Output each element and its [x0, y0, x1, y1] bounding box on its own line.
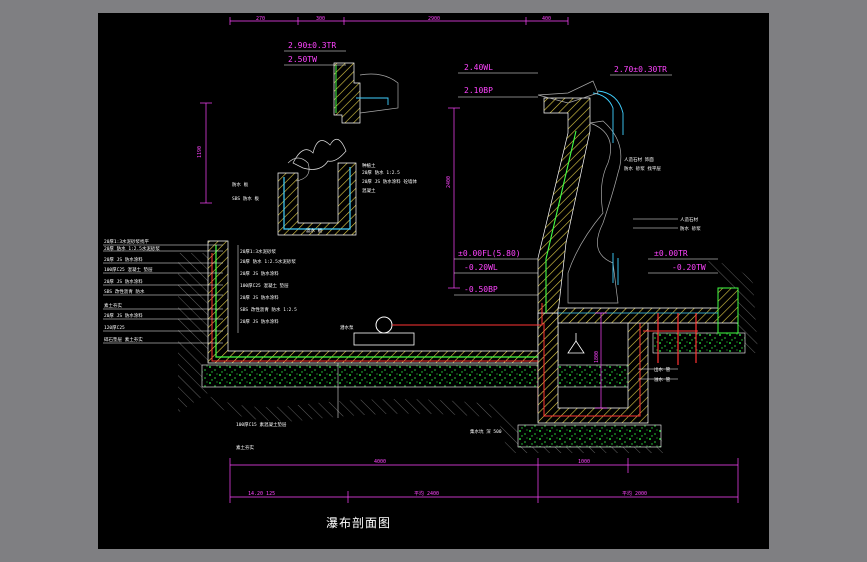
top-left-rock — [359, 73, 399, 114]
pump-label: 潜水泵 — [340, 324, 354, 331]
right-note-2: 防水 砂浆 找平层 — [624, 165, 661, 172]
bottom-layer-note-2: 素土夯实 — [236, 444, 254, 451]
layer-note: 100厚C25 混凝土 垫层 — [240, 282, 289, 289]
layer-note: 素土夯实 — [104, 302, 122, 309]
planter-note: 20厚 防水 1:2.5 — [362, 169, 400, 176]
bottom-dimension-lines — [229, 458, 739, 503]
bottom-layer-note-1: 100厚C15 素混凝土垫层 — [236, 421, 287, 428]
layer-note: 20厚1:3水泥砂浆找平 — [104, 238, 150, 245]
gravel-base-main — [201, 364, 643, 388]
elev-mid-wl: 2.40WL — [464, 63, 493, 72]
mid-layer-notes: 20厚1:3水泥砂浆 20厚 防水 1:2.5水泥砂浆 20厚 JS 防水涂料 … — [240, 248, 297, 325]
planter-notes: 种植土 20厚 防水 1:2.5 20厚 JS 防水涂料 砼墙体 混凝土 — [362, 162, 417, 194]
pit-note: 集水坑 深 500 — [470, 428, 502, 435]
pump-base — [353, 332, 415, 346]
planter-left-note-1: 防水 板 — [232, 181, 249, 188]
layer-note: SBS 改性沥青 防水 — [104, 288, 145, 295]
right-pipe-note: 出水 管 — [654, 366, 671, 373]
pump-pipe — [392, 303, 543, 326]
mid-vertical-dim: 2400 — [446, 176, 452, 188]
elev-right-tw: -0.20TW — [672, 263, 706, 272]
bottom-total-3: 平均 2000 — [622, 490, 647, 497]
planter-note: 20厚 JS 防水涂料 砼墙体 — [362, 178, 417, 185]
right-top-note-1: 人造石材 — [680, 216, 698, 223]
gravel-base-right — [652, 332, 746, 354]
layer-note: SBS 改性沥青 防水 1:2.5 — [240, 306, 297, 313]
layer-note: 碎石垫层 素土夯实 — [104, 336, 143, 343]
gravel-base-pit — [517, 424, 662, 448]
top-dim-2: 300 — [316, 16, 325, 22]
layer-note: 20厚 防水 1:2.5水泥砂浆 — [104, 245, 160, 252]
layer-note: 20厚 JS 防水涂料 — [104, 256, 143, 263]
soil-left — [178, 253, 208, 413]
pump-icon — [375, 316, 393, 334]
planter-bottom-note: 滤水 板 — [306, 227, 323, 234]
left-layer-notes: 20厚1:3水泥砂浆找平 20厚 防水 1:2.5水泥砂浆 20厚 JS 防水涂… — [104, 238, 160, 343]
planter-left-note-2: SBS 防水 板 — [232, 195, 260, 202]
layer-note: 20厚 JS 防水涂料 — [104, 312, 143, 319]
water-sheet — [592, 92, 614, 143]
elev-top-left-tr: 2.90±0.3TR — [288, 41, 336, 50]
layer-note: 20厚 JS 防水涂料 — [104, 278, 143, 285]
bottom-dim-2: 1000 — [578, 459, 590, 465]
top-left-water — [356, 97, 389, 105]
drawing-title: 瀑布剖面图 — [326, 516, 392, 530]
planter-note: 混凝土 — [362, 187, 376, 194]
elev-low-wl: -0.20WL — [464, 263, 498, 272]
layer-note: 20厚 JS 防水涂料 — [240, 318, 279, 325]
waterfall-section-drawing: 270 300 2900 400 4000 1000 14.20 125 平均 … — [103, 16, 758, 503]
elev-low-bp: -0.50BP — [464, 285, 498, 294]
top-dimension-lines — [229, 17, 569, 25]
elev-top-right-tr: 2.70±0.30TR — [614, 65, 667, 74]
layer-note: 20厚 防水 1:2.5水泥砂浆 — [240, 258, 296, 265]
elev-top-left-tw: 2.50TW — [288, 55, 317, 64]
bottom-total-1: 14.20 125 — [248, 491, 275, 497]
right-vertical-dim: 1800 — [594, 351, 600, 363]
planter-note: 种植土 — [362, 162, 376, 169]
right-top-note-2: 防水 砂浆 — [680, 225, 701, 232]
drawing-canvas: 270 300 2900 400 4000 1000 14.20 125 平均 … — [98, 13, 769, 549]
bottom-total-2: 平均 2400 — [414, 490, 439, 497]
layer-note: 100厚C25 混凝土 垫层 — [104, 266, 153, 273]
elev-fl: ±0.00FL(5.80) — [458, 249, 521, 258]
layer-note: 20厚1:3水泥砂浆 — [240, 248, 277, 255]
right-pipe-note-2: 溢水 管 — [654, 376, 671, 383]
planter-box — [277, 162, 357, 236]
bottom-dim-1: 4000 — [374, 459, 386, 465]
layer-note: 20厚 JS 防水涂料 — [240, 294, 279, 301]
left-vertical-dim: 1190 — [197, 146, 203, 158]
top-dim-1: 270 — [256, 16, 265, 22]
right-note-1: 人造石材 饰面 — [624, 156, 654, 163]
elev-mid-bp: 2.10BP — [464, 86, 493, 95]
elev-right-tr: ±0.00TR — [654, 249, 688, 258]
layer-note: 20厚 JS 防水涂料 — [240, 270, 279, 277]
top-dim-4: 400 — [542, 16, 551, 22]
top-left-wall — [333, 62, 361, 124]
top-dim-3: 2900 — [428, 16, 440, 22]
right-basin — [557, 287, 739, 324]
pit-marker — [567, 340, 585, 354]
layer-note: 120厚C25 — [104, 325, 125, 331]
